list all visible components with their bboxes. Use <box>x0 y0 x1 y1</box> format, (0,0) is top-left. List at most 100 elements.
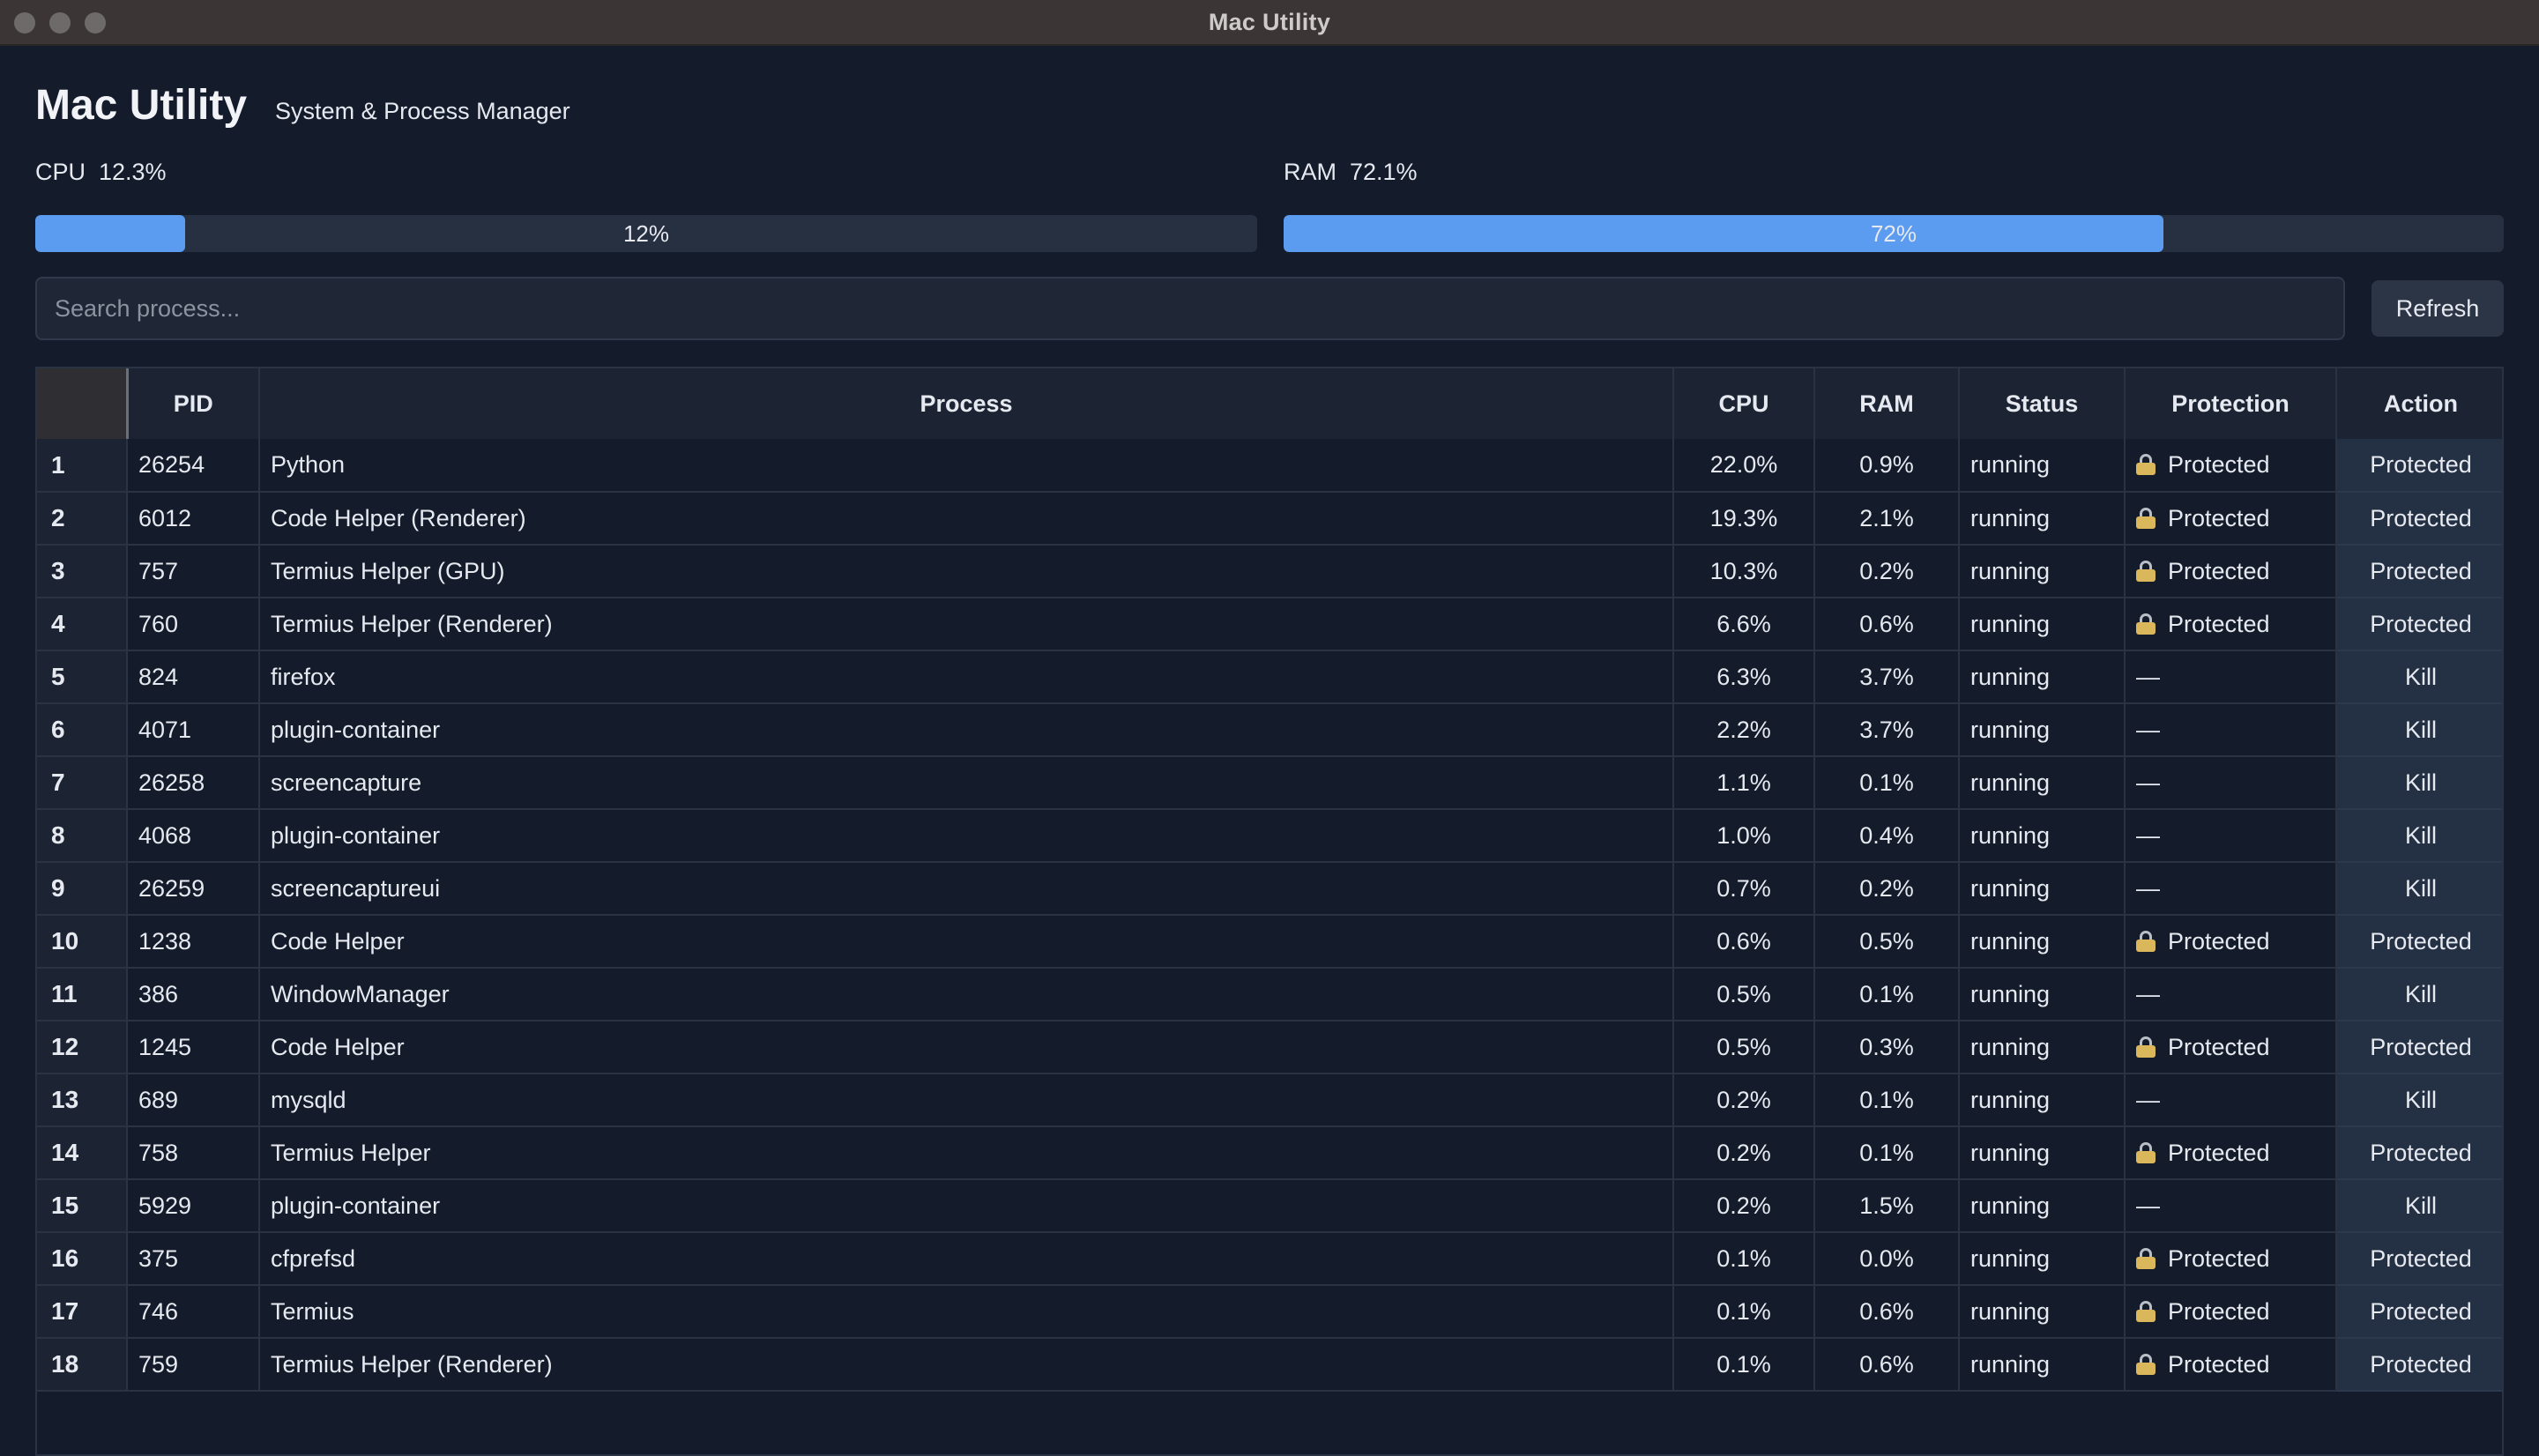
protected-button[interactable]: Protected <box>2336 492 2502 546</box>
status-cell-text: running <box>1970 1297 2051 1325</box>
search-input[interactable] <box>35 277 2345 340</box>
table-row[interactable]: 14 758 Termius Helper 0.2% 0.1% running Protec… <box>37 1126 2502 1180</box>
kill-button[interactable]: Kill <box>2336 1179 2502 1233</box>
minimize-window-button[interactable] <box>49 12 71 33</box>
protection-cell: Protected <box>2125 1126 2337 1180</box>
kill-button[interactable]: Kill <box>2336 968 2502 1021</box>
pid-cell: 824 <box>127 650 260 704</box>
ram-cell: 0.2% <box>1814 545 1960 598</box>
pid-cell-text: 689 <box>138 1086 179 1113</box>
pid-cell-text: 824 <box>138 663 179 690</box>
protected-button[interactable]: Protected <box>2336 915 2502 969</box>
table-row[interactable]: 3 757 Termius Helper (GPU) 10.3% 0.2% running… <box>37 545 2502 598</box>
table-row[interactable]: 15 5929 plugin-container 0.2% 1.5% running — Ki… <box>37 1179 2502 1233</box>
cpu-cell-text: 0.2% <box>1716 1086 1771 1113</box>
column-header-pid[interactable]: PID <box>127 368 260 439</box>
table-row[interactable]: 6 4071 plugin-container 2.2% 3.7% running — Kil… <box>37 703 2502 757</box>
kill-button[interactable]: Kill <box>2336 756 2502 810</box>
kill-button[interactable]: Kill <box>2336 809 2502 863</box>
table-row[interactable]: 5 824 firefox 6.3% 3.7% running — Kill <box>37 650 2502 704</box>
row-number: 8 <box>37 809 128 863</box>
protected-button[interactable]: Protected <box>2336 1285 2502 1339</box>
column-header-ram[interactable]: RAM <box>1814 368 1960 439</box>
ram-cell-text: 0.6% <box>1859 1350 1914 1378</box>
kill-button[interactable]: Kill <box>2336 703 2502 757</box>
process-table[interactable]: PID Process CPU RAM Status Protection Ac… <box>35 367 2504 1456</box>
table-row[interactable]: 1 26254 Python 22.0% 0.9% running Protected Pro… <box>37 439 2502 493</box>
kill-button-text: Kill <box>2404 980 2437 1007</box>
table-row[interactable]: 16 375 cfprefsd 0.1% 0.0% running Protected Pro… <box>37 1232 2502 1286</box>
column-header-status[interactable]: Status <box>1959 368 2126 439</box>
status-cell-text: running <box>1970 769 2051 796</box>
table-row[interactable]: 7 26258 screencapture 1.1% 0.1% running — Kill <box>37 756 2502 810</box>
column-header-process[interactable]: Process <box>259 368 1674 439</box>
ram-cell-text: 3.7% <box>1859 716 1914 743</box>
column-header-cpu[interactable]: CPU <box>1673 368 1815 439</box>
cpu-cell-text: 22.0% <box>1709 451 1778 478</box>
protected-button[interactable]: Protected <box>2336 598 2502 651</box>
protection-cell-text: — <box>2136 769 2160 796</box>
table-row[interactable]: 9 26259 screencaptureui 0.7% 0.2% running — Kil… <box>37 862 2502 916</box>
column-header-protection[interactable]: Protection <box>2125 368 2337 439</box>
protected-button[interactable]: Protected <box>2336 1126 2502 1180</box>
process-name-cell-text: plugin-container <box>271 716 441 743</box>
status-cell-text: running <box>1970 1086 2051 1113</box>
process-name-cell-text: cfprefsd <box>271 1244 356 1272</box>
table-row[interactable]: 10 1238 Code Helper 0.6% 0.5% running Protecte… <box>37 915 2502 969</box>
ram-cell-text: 0.9% <box>1859 451 1914 478</box>
pid-cell-text: 26254 <box>138 451 205 478</box>
cpu-cell: 0.5% <box>1673 1021 1815 1074</box>
ram-cell: 0.9% <box>1814 439 1960 493</box>
cpu-cell-text: 0.5% <box>1716 980 1771 1007</box>
kill-button[interactable]: Kill <box>2336 650 2502 704</box>
lock-icon <box>2136 613 2156 635</box>
close-window-button[interactable] <box>14 12 35 33</box>
table-row[interactable]: 8 4068 plugin-container 1.0% 0.4% running — Kil… <box>37 809 2502 863</box>
protection-cell-text: Protected <box>2168 1244 2270 1272</box>
refresh-button[interactable]: Refresh <box>2371 280 2504 337</box>
table-row[interactable]: 11 386 WindowManager 0.5% 0.1% running — Kill <box>37 968 2502 1021</box>
protected-button[interactable]: Protected <box>2336 1021 2502 1074</box>
pid-cell-text: 386 <box>138 980 179 1007</box>
protected-button[interactable]: Protected <box>2336 1338 2502 1392</box>
protection-cell: — <box>2125 756 2337 810</box>
kill-button[interactable]: Kill <box>2336 862 2502 916</box>
row-number: 15 <box>37 1179 128 1233</box>
ram-cell: 0.6% <box>1814 598 1960 651</box>
process-name-cell: Code Helper <box>259 915 1674 969</box>
protected-button[interactable]: Protected <box>2336 1232 2502 1286</box>
cpu-cell: 1.1% <box>1673 756 1815 810</box>
pid-cell-text: 26259 <box>138 874 205 902</box>
table-row[interactable]: 2 6012 Code Helper (Renderer) 19.3% 2.1% runn… <box>37 492 2502 546</box>
table-row[interactable]: 18 759 Termius Helper (Renderer) 0.1% 0.6% ru… <box>37 1338 2502 1392</box>
ram-cell-text: 0.2% <box>1859 874 1914 902</box>
row-number-text: 7 <box>51 769 65 796</box>
process-name-cell-text: mysqld <box>271 1086 346 1113</box>
table-row[interactable]: 13 689 mysqld 0.2% 0.1% running — Kill <box>37 1073 2502 1127</box>
zoom-window-button[interactable] <box>85 12 106 33</box>
status-cell-text: running <box>1970 821 2051 849</box>
process-name-cell: screencapture <box>259 756 1674 810</box>
protected-button[interactable]: Protected <box>2336 545 2502 598</box>
ram-cell: 0.1% <box>1814 756 1960 810</box>
row-number-text: 9 <box>51 874 65 902</box>
process-name-cell: Termius Helper <box>259 1126 1674 1180</box>
protected-button[interactable]: Protected <box>2336 439 2502 493</box>
column-header-action[interactable]: Action <box>2336 368 2502 439</box>
table-row[interactable]: 17 746 Termius 0.1% 0.6% running Protected Prot… <box>37 1285 2502 1339</box>
row-number: 18 <box>37 1338 128 1392</box>
table-row[interactable]: 12 1245 Code Helper 0.5% 0.3% running Protecte… <box>37 1021 2502 1074</box>
pid-cell: 386 <box>127 968 260 1021</box>
ram-cell: 0.4% <box>1814 809 1960 863</box>
row-number: 10 <box>37 915 128 969</box>
kill-button-text: Kill <box>2404 1192 2437 1219</box>
table-corner-header[interactable] <box>37 368 129 439</box>
app-subtitle: System & Process Manager <box>275 98 570 124</box>
kill-button[interactable]: Kill <box>2336 1073 2502 1127</box>
ram-cell-text: 0.1% <box>1859 1086 1914 1113</box>
cpu-cell: 2.2% <box>1673 703 1815 757</box>
cpu-cell-text: 19.3% <box>1709 504 1778 531</box>
status-cell-text: running <box>1970 1192 2051 1219</box>
protection-cell: — <box>2125 809 2337 863</box>
table-row[interactable]: 4 760 Termius Helper (Renderer) 6.6% 0.6% run… <box>37 598 2502 651</box>
